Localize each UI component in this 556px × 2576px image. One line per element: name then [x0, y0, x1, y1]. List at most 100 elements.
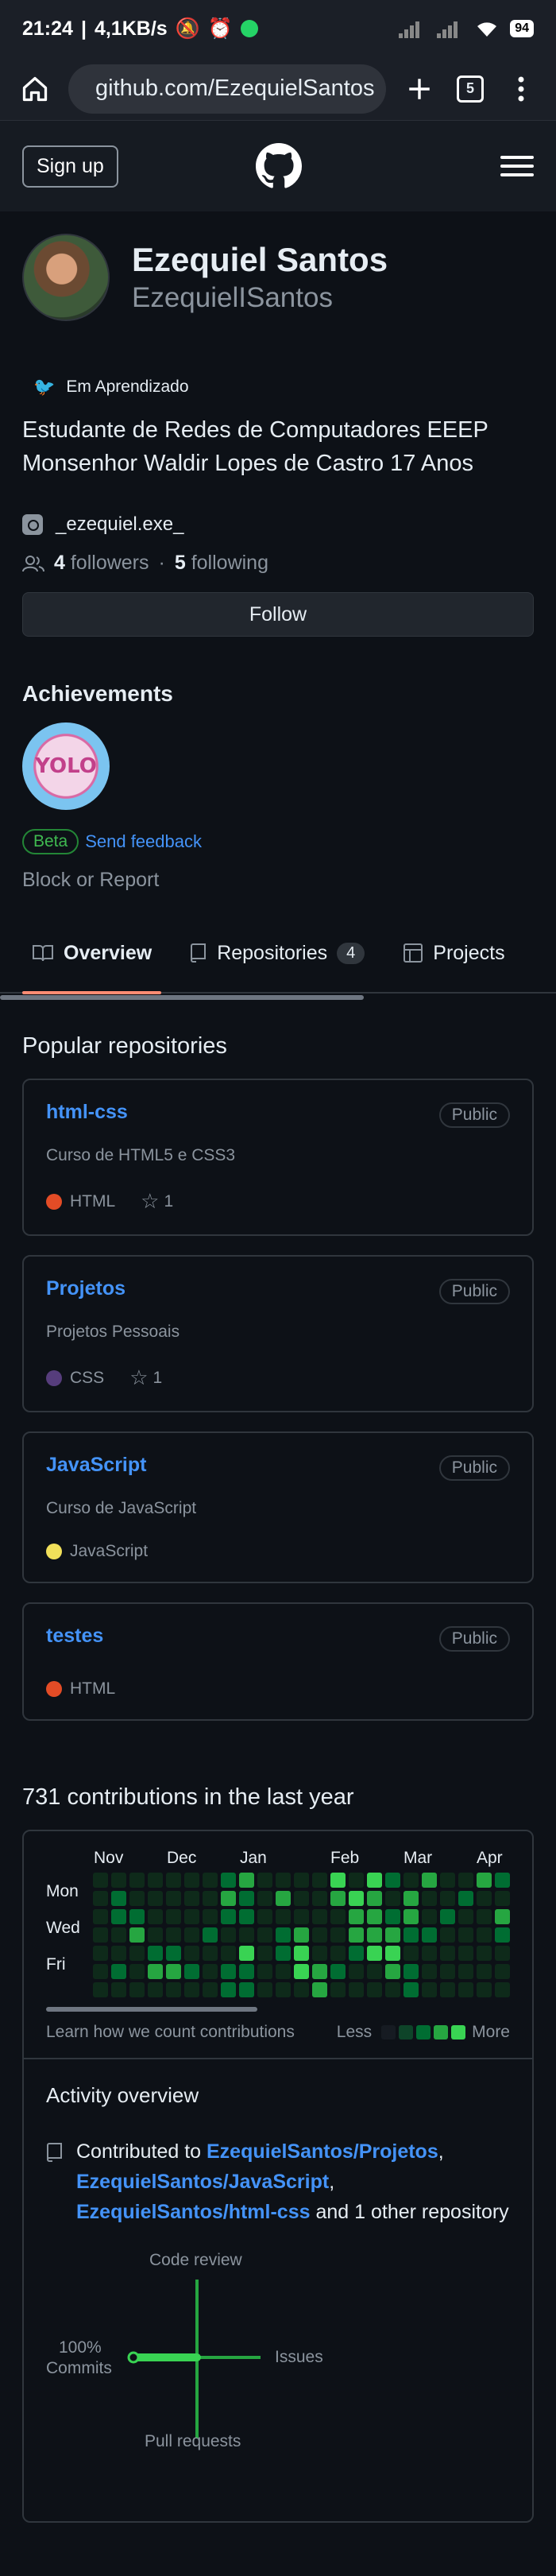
contribution-day[interactable] — [367, 1927, 382, 1943]
contribution-day[interactable] — [495, 1964, 510, 1979]
contribution-day[interactable] — [477, 1964, 492, 1979]
block-or-report-link[interactable]: Block or Report — [22, 869, 534, 892]
contribution-day[interactable] — [495, 1982, 510, 1997]
contribution-day[interactable] — [495, 1909, 510, 1924]
contribution-day[interactable] — [495, 1946, 510, 1961]
contribution-day[interactable] — [422, 1982, 437, 1997]
contribution-day[interactable] — [312, 1873, 327, 1888]
contribution-day[interactable] — [458, 1964, 473, 1979]
contribution-day[interactable] — [148, 1891, 163, 1906]
contribution-day[interactable] — [312, 1982, 327, 1997]
send-feedback-link[interactable]: Send feedback — [85, 831, 202, 852]
contribution-day[interactable] — [184, 1873, 199, 1888]
contribution-day[interactable] — [294, 1927, 309, 1943]
contribution-day[interactable] — [330, 1909, 346, 1924]
contribution-day[interactable] — [312, 1964, 327, 1979]
contribution-day[interactable] — [330, 1873, 346, 1888]
contribution-day[interactable] — [349, 1946, 364, 1961]
contribution-day[interactable] — [422, 1873, 437, 1888]
contribution-day[interactable] — [477, 1927, 492, 1943]
contribution-day[interactable] — [276, 1909, 291, 1924]
contribution-day[interactable] — [257, 1982, 272, 1997]
contribution-day[interactable] — [148, 1873, 163, 1888]
contribution-day[interactable] — [129, 1891, 145, 1906]
contribution-day[interactable] — [385, 1927, 400, 1943]
contribution-day[interactable] — [239, 1946, 254, 1961]
contribution-day[interactable] — [111, 1873, 126, 1888]
contribution-day[interactable] — [221, 1946, 236, 1961]
contribution-day[interactable] — [312, 1909, 327, 1924]
following-link[interactable]: 5 following — [175, 552, 268, 575]
contribution-day[interactable] — [495, 1891, 510, 1906]
tabs-scrollbar[interactable] — [0, 995, 364, 1000]
contribution-day[interactable] — [203, 1891, 218, 1906]
contribution-day[interactable] — [349, 1909, 364, 1924]
contribution-day[interactable] — [203, 1964, 218, 1979]
contribution-day[interactable] — [385, 1964, 400, 1979]
contribution-day[interactable] — [221, 1891, 236, 1906]
contribution-day[interactable] — [349, 1891, 364, 1906]
contribution-day[interactable] — [312, 1927, 327, 1943]
contribution-day[interactable] — [166, 1873, 181, 1888]
tab-projects[interactable]: Projects — [403, 913, 505, 993]
yolo-achievement-badge[interactable]: YOLO — [22, 722, 110, 810]
contribution-day[interactable] — [422, 1946, 437, 1961]
contribution-day[interactable] — [239, 1909, 254, 1924]
contribution-day[interactable] — [403, 1909, 419, 1924]
contribution-day[interactable] — [111, 1909, 126, 1924]
contribution-day[interactable] — [330, 1982, 346, 1997]
contribution-day[interactable] — [184, 1909, 199, 1924]
repo-link-javascript[interactable]: EzequielSantos/JavaScript — [76, 2171, 329, 2193]
contribution-day[interactable] — [440, 1927, 455, 1943]
contribution-day[interactable] — [403, 1982, 419, 1997]
contribution-day[interactable] — [330, 1891, 346, 1906]
contribution-day[interactable] — [294, 1964, 309, 1979]
repo-link-html-css[interactable]: EzequielSantos/html-css — [76, 2201, 311, 2223]
contribution-day[interactable] — [367, 1873, 382, 1888]
contribution-day[interactable] — [239, 1873, 254, 1888]
contribution-day[interactable] — [129, 1909, 145, 1924]
stargazers-link[interactable]: ☆ 1 — [141, 1189, 173, 1214]
contribution-day[interactable] — [477, 1982, 492, 1997]
contribution-day[interactable] — [440, 1964, 455, 1979]
contribution-day[interactable] — [458, 1891, 473, 1906]
contribution-day[interactable] — [184, 1982, 199, 1997]
contribution-day[interactable] — [385, 1873, 400, 1888]
contribution-day[interactable] — [294, 1873, 309, 1888]
contribution-day[interactable] — [276, 1927, 291, 1943]
contribution-day[interactable] — [148, 1946, 163, 1961]
contribution-day[interactable] — [221, 1927, 236, 1943]
contribution-day[interactable] — [294, 1891, 309, 1906]
contribution-day[interactable] — [239, 1891, 254, 1906]
contribution-day[interactable] — [477, 1946, 492, 1961]
contribution-day[interactable] — [239, 1982, 254, 1997]
calendar-scrollbar[interactable] — [46, 2007, 257, 2012]
contribution-day[interactable] — [403, 1927, 419, 1943]
contribution-day[interactable] — [166, 1909, 181, 1924]
contribution-day[interactable] — [203, 1873, 218, 1888]
contribution-day[interactable] — [294, 1946, 309, 1961]
contribution-day[interactable] — [440, 1982, 455, 1997]
contribution-day[interactable] — [403, 1946, 419, 1961]
contribution-day[interactable] — [440, 1873, 455, 1888]
avatar[interactable] — [22, 234, 110, 321]
contribution-day[interactable] — [93, 1927, 108, 1943]
contribution-day[interactable] — [276, 1946, 291, 1961]
contribution-day[interactable] — [111, 1964, 126, 1979]
contribution-day[interactable] — [257, 1873, 272, 1888]
contribution-day[interactable] — [93, 1964, 108, 1979]
new-tab-icon[interactable] — [402, 72, 437, 107]
contribution-day[interactable] — [349, 1873, 364, 1888]
sign-up-button[interactable]: Sign up — [22, 145, 118, 188]
contribution-day[interactable] — [129, 1873, 145, 1888]
tab-switcher-button[interactable]: 5 — [453, 72, 488, 107]
contribution-day[interactable] — [349, 1964, 364, 1979]
contribution-day[interactable] — [111, 1927, 126, 1943]
contribution-day[interactable] — [221, 1873, 236, 1888]
contribution-day[interactable] — [257, 1964, 272, 1979]
contribution-day[interactable] — [403, 1873, 419, 1888]
contribution-day[interactable] — [111, 1946, 126, 1961]
contribution-day[interactable] — [93, 1873, 108, 1888]
contribution-day[interactable] — [148, 1964, 163, 1979]
contribution-day[interactable] — [422, 1891, 437, 1906]
